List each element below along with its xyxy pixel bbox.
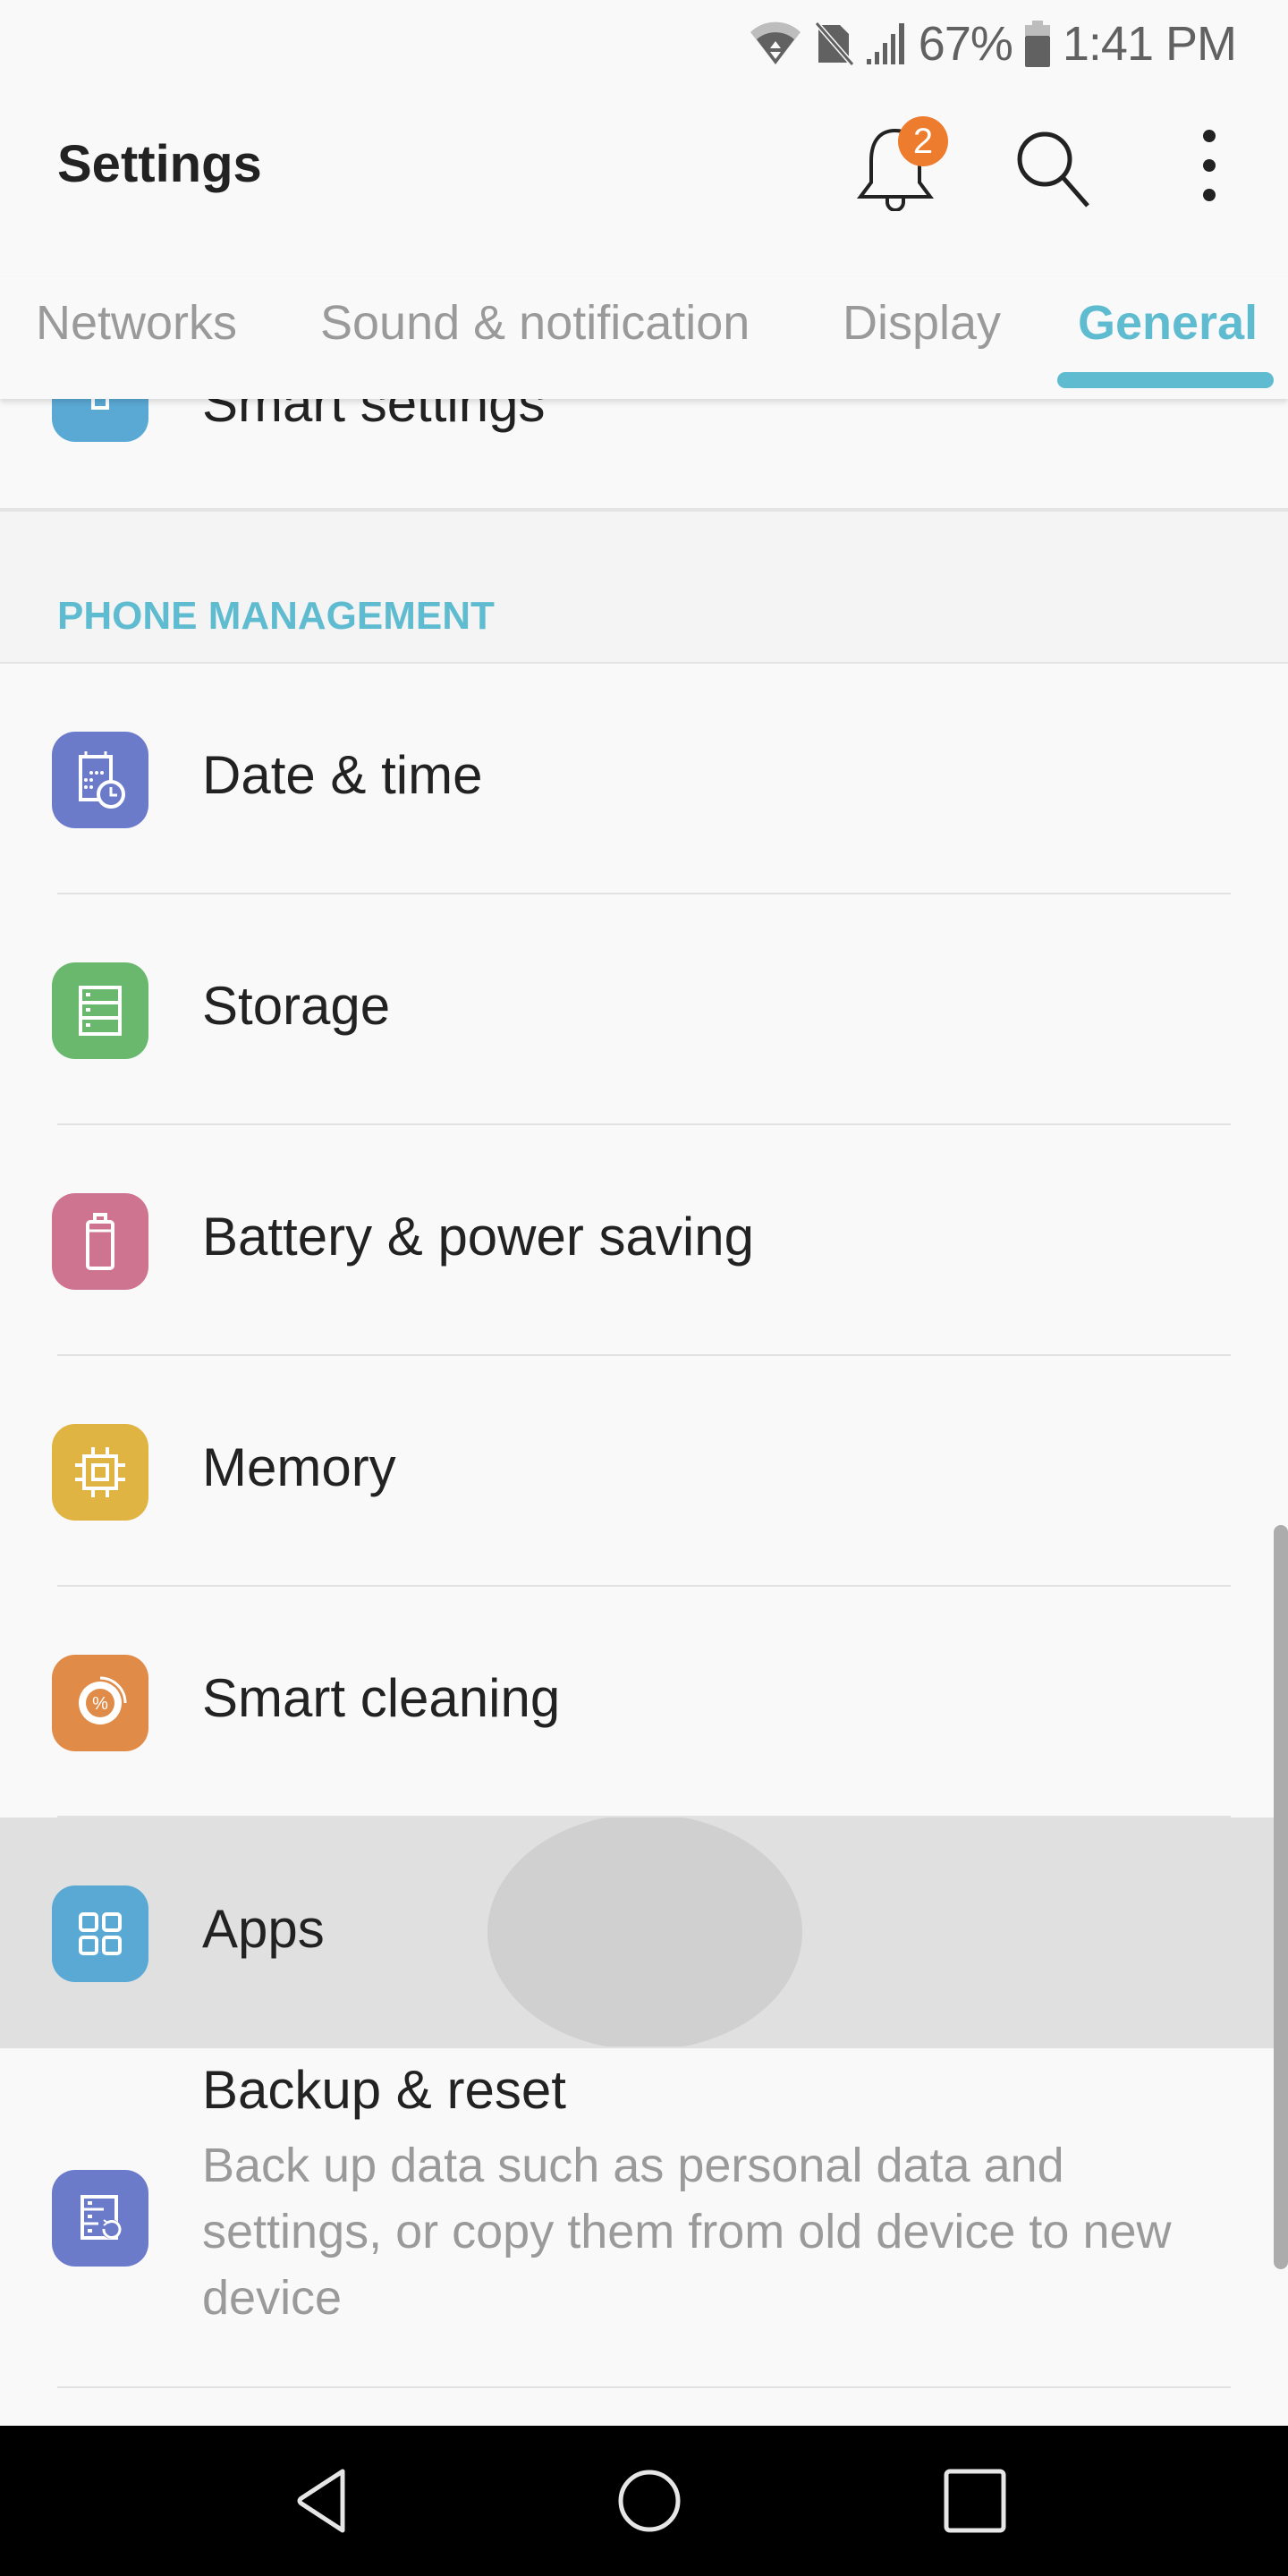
storage-icon xyxy=(52,962,148,1059)
list-item-apps[interactable]: Apps xyxy=(0,1818,1288,2048)
signal-icon xyxy=(866,21,906,66)
list-item-date-time[interactable]: Date & time xyxy=(0,664,1288,894)
settings-list: Smart settings PHONE MANAGEMENT Date & t… xyxy=(0,399,1288,2424)
list-item-label: Date & time xyxy=(202,745,483,805)
tab-sound-notification[interactable]: Sound & notification xyxy=(320,295,750,351)
recents-icon xyxy=(944,2469,1006,2533)
recents-button[interactable] xyxy=(886,2426,1064,2576)
list-item-label: Storage xyxy=(202,976,391,1036)
list-item-backup-reset[interactable]: Backup & reset Back up data such as pers… xyxy=(0,2048,1288,2388)
app-bar: Settings xyxy=(0,89,1288,250)
backup-icon xyxy=(52,2170,148,2267)
list-item-memory[interactable]: Memory xyxy=(0,1356,1288,1587)
calendar-clock-icon xyxy=(52,732,148,828)
section-header: PHONE MANAGEMENT xyxy=(0,510,1288,664)
list-item-smart-settings[interactable]: Smart settings xyxy=(0,399,1288,470)
back-icon xyxy=(297,2469,345,2533)
tab-general[interactable]: General xyxy=(1078,295,1258,351)
wifi-icon xyxy=(749,21,802,66)
chip-icon xyxy=(52,1424,148,1521)
more-vert-icon[interactable] xyxy=(1193,125,1225,206)
list-item-summary: Back up data such as personal data and s… xyxy=(202,2139,1172,2325)
battery-icon xyxy=(1024,21,1050,67)
active-tab-indicator xyxy=(1057,372,1274,388)
section-title: PHONE MANAGEMENT xyxy=(57,594,495,638)
smart-cleaning-icon: % xyxy=(52,1655,148,1751)
status-bar: 67% 1:41 PM xyxy=(0,0,1288,89)
list-item-label: Smart cleaning xyxy=(202,1668,561,1728)
apps-grid-icon xyxy=(52,1885,148,1982)
smart-settings-icon xyxy=(52,399,148,442)
list-item-label: Battery & power saving xyxy=(202,1207,754,1267)
list-item-label: Apps xyxy=(202,1899,325,1959)
scrollbar[interactable] xyxy=(1274,1525,1288,2269)
no-sim-icon xyxy=(814,21,854,66)
battery-percent: 67% xyxy=(918,17,1013,71)
list-item-label: Backup & reset xyxy=(202,2060,566,2120)
home-icon xyxy=(618,2470,681,2532)
back-button[interactable] xyxy=(234,2426,413,2576)
list-item-label: Smart settings xyxy=(202,399,546,433)
clock: 1:41 PM xyxy=(1062,17,1237,71)
search-icon[interactable] xyxy=(1011,125,1095,211)
divider xyxy=(57,2386,1231,2388)
list-item-label: Memory xyxy=(202,1437,396,1497)
tab-display[interactable]: Display xyxy=(843,295,1001,351)
page-title: Settings xyxy=(57,135,262,193)
tab-bar: Networks Sound & notification Display Ge… xyxy=(0,277,1288,399)
list-item-storage[interactable]: Storage xyxy=(0,894,1288,1125)
home-button[interactable] xyxy=(560,2426,739,2576)
notification-badge: 2 xyxy=(898,116,948,166)
touch-ripple xyxy=(487,1818,802,2046)
tab-networks[interactable]: Networks xyxy=(36,295,237,351)
list-item-smart-cleaning[interactable]: % Smart cleaning xyxy=(0,1587,1288,1818)
battery-icon xyxy=(52,1193,148,1290)
navigation-bar xyxy=(0,2426,1288,2576)
svg-text:%: % xyxy=(92,1694,108,1714)
list-item-battery[interactable]: Battery & power saving xyxy=(0,1125,1288,1356)
